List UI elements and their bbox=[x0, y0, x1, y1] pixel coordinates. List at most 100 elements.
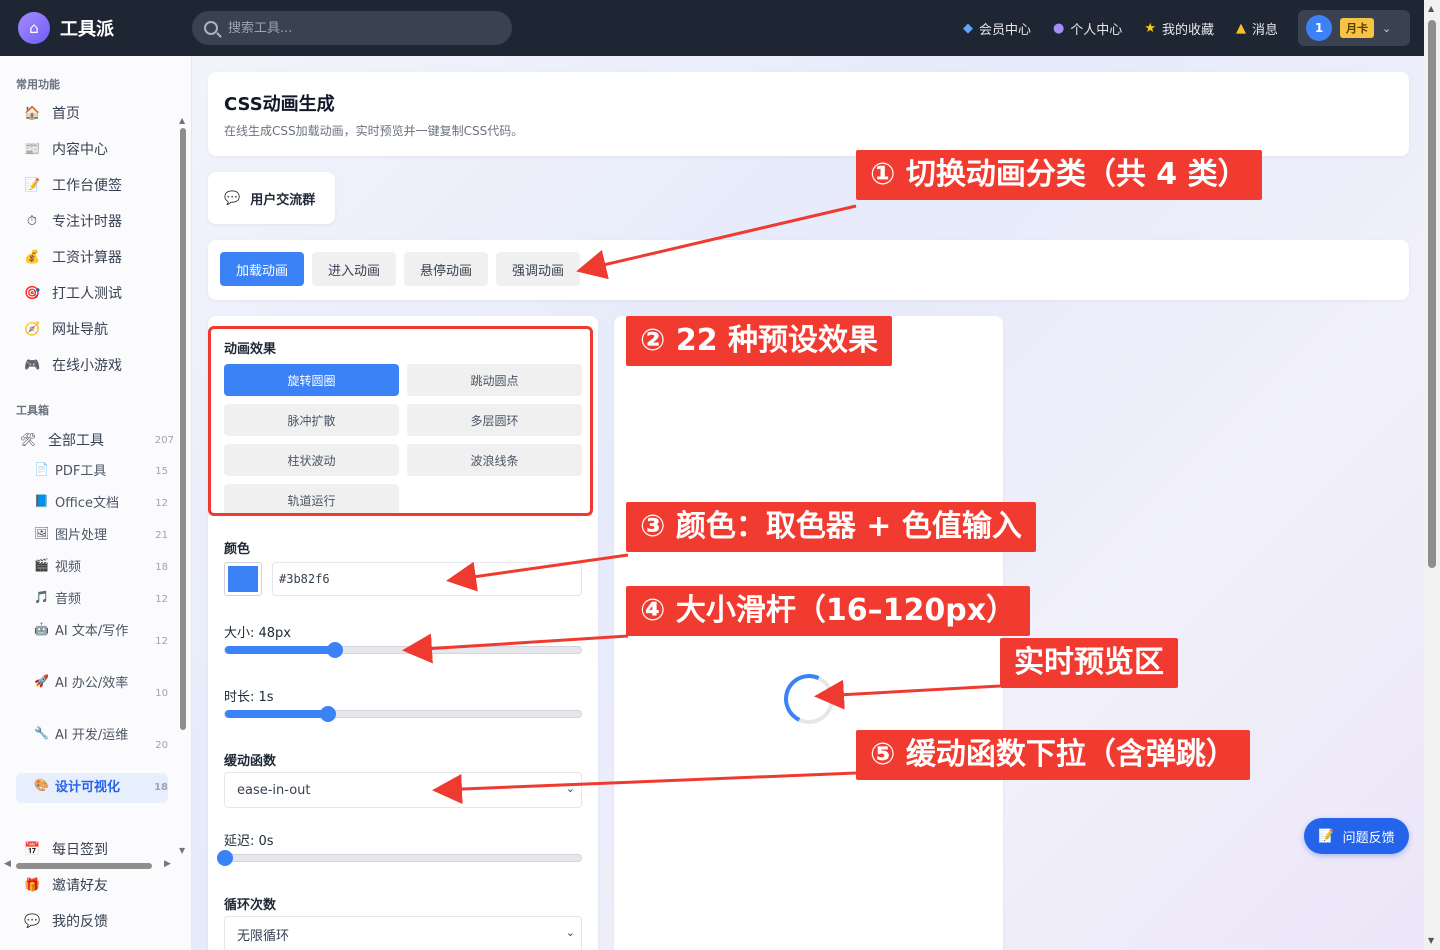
search-bar[interactable] bbox=[192, 11, 512, 45]
chevron-down-icon: ⌄ bbox=[565, 782, 575, 795]
chevron-down-icon: ⌄ bbox=[1382, 21, 1392, 35]
duration-slider[interactable] bbox=[224, 706, 582, 722]
scroll-up-icon[interactable]: ▲ bbox=[1428, 4, 1434, 13]
sidebar-item-label: 视频 bbox=[55, 560, 82, 575]
easing-select[interactable]: ease-in-out ⌄ bbox=[224, 772, 582, 808]
money-bag-icon: 💰 bbox=[24, 249, 41, 265]
count-badge: 12 bbox=[155, 636, 168, 647]
rocket-icon: 🚀 bbox=[34, 674, 49, 688]
sidebar-item-invite[interactable]: 🎁 邀请好友 bbox=[24, 875, 108, 895]
picture-icon: 🖼 bbox=[34, 526, 50, 540]
sidebar-sub-ai-dev[interactable]: 🔧 AI 开发/运维 20 bbox=[34, 726, 168, 756]
sidebar-item-all-tools[interactable]: 🛠 全部工具 207 bbox=[20, 430, 174, 450]
page-scrollbar[interactable]: ▲ ▼ bbox=[1424, 0, 1440, 950]
easing-value: ease-in-out bbox=[237, 782, 311, 798]
sidebar-item-test[interactable]: 🎯 打工人测试 bbox=[24, 283, 122, 303]
hscrollbar-thumb[interactable] bbox=[16, 863, 152, 869]
page-title: CSS动画生成 bbox=[224, 94, 335, 115]
sidebar-item-label: 我的反馈 bbox=[52, 914, 108, 930]
annotation-tabs: ① 切换动画分类（共 4 类） bbox=[856, 150, 1262, 200]
delay-slider[interactable] bbox=[217, 850, 582, 866]
sidebar-item-label: 音频 bbox=[55, 592, 82, 607]
sidebar-sub-audio[interactable]: 🎵 音频 12 bbox=[34, 590, 168, 610]
color-picker[interactable] bbox=[224, 562, 262, 596]
sidebar-item-nav[interactable]: 🧭 网址导航 bbox=[24, 319, 108, 339]
search-input[interactable] bbox=[228, 20, 488, 36]
scroll-down-icon[interactable]: ▼ bbox=[179, 846, 185, 855]
slider-handle[interactable] bbox=[217, 850, 233, 866]
sidebar-item-label: 全部工具 bbox=[48, 433, 104, 449]
tab-hover[interactable]: 悬停动画 bbox=[404, 252, 489, 286]
sidebar-sub-ai-writing[interactable]: 🤖 AI 文本/写作 12 bbox=[34, 622, 168, 652]
sidebar-item-salary[interactable]: 💰 工资计算器 bbox=[24, 247, 122, 267]
sidebar-item-label: 网址导航 bbox=[52, 322, 108, 338]
scrollbar-thumb[interactable] bbox=[180, 128, 186, 730]
app-name: 工具派 bbox=[60, 19, 114, 40]
gamepad-icon: 🎮 bbox=[24, 357, 41, 373]
tab-loading[interactable]: 加载动画 bbox=[220, 252, 305, 286]
sidebar-item-timer[interactable]: ⏱ 专注计时器 bbox=[24, 211, 122, 231]
user-group-button[interactable]: 💬 用户交流群 bbox=[208, 172, 335, 224]
tools-icon: 🛠 bbox=[20, 432, 37, 448]
sidebar-item-label: 每日签到 bbox=[52, 842, 108, 858]
count-badge: 12 bbox=[155, 498, 168, 509]
robot-icon: 🤖 bbox=[34, 622, 49, 636]
diamond-icon: ◆ bbox=[962, 20, 973, 36]
sidebar-item-games[interactable]: 🎮 在线小游戏 bbox=[24, 355, 122, 375]
user-icon: ● bbox=[1052, 20, 1065, 36]
sidebar-item-checkin[interactable]: 📅 每日签到 bbox=[24, 839, 108, 859]
sidebar-item-label: 工资计算器 bbox=[52, 250, 122, 266]
sidebar-item-feedback[interactable]: 💬 我的反馈 bbox=[24, 911, 108, 931]
slider-handle[interactable] bbox=[327, 642, 344, 658]
sidebar-item-content[interactable]: 📰 内容中心 bbox=[24, 139, 108, 159]
page-scrollbar-thumb[interactable] bbox=[1428, 20, 1436, 568]
page-header-card: CSS动画生成 在线生成CSS加载动画，实时预览并一键复制CSS代码。 bbox=[208, 72, 1409, 156]
slider-handle[interactable] bbox=[320, 706, 337, 722]
sidebar-item-label: 首页 bbox=[52, 106, 80, 122]
section-common-label: 常用功能 bbox=[16, 78, 60, 91]
nav-messages[interactable]: ▲ 消息 bbox=[1236, 19, 1278, 38]
logo[interactable]: ⌂ 工具派 bbox=[18, 12, 114, 44]
user-menu[interactable]: 1 月卡 ⌄ bbox=[1298, 10, 1410, 46]
annotation-preview: 实时预览区 bbox=[1000, 638, 1178, 688]
loop-label: 循环次数 bbox=[224, 898, 277, 913]
annotation-easing: ⑤ 缓动函数下拉（含弹跳） bbox=[856, 730, 1250, 780]
nav-label: 个人中心 bbox=[1070, 22, 1123, 38]
color-hex-input[interactable] bbox=[272, 562, 582, 596]
search-icon bbox=[204, 21, 218, 35]
nav-vip[interactable]: ◆ 会员中心 bbox=[963, 19, 1031, 38]
loading-spinner-preview bbox=[776, 666, 842, 732]
category-tabs: 加载动画 进入动画 悬停动画 强调动画 bbox=[220, 252, 1397, 286]
loop-select[interactable]: 无限循环 ⌄ bbox=[224, 916, 582, 950]
tab-emphasis[interactable]: 强调动画 bbox=[496, 252, 581, 286]
sidebar-item-label: AI 开发/运维 bbox=[55, 728, 129, 743]
category-tabs-card: 加载动画 进入动画 悬停动画 强调动画 bbox=[208, 240, 1409, 300]
sidebar-item-notes[interactable]: 📝 工作台便签 bbox=[24, 175, 122, 195]
sidebar-sub-ai-office[interactable]: 🚀 AI 办公/效率 10 bbox=[34, 674, 168, 704]
sidebar-item-label: 在线小游戏 bbox=[52, 358, 122, 374]
sidebar-sub-image[interactable]: 🖼 图片处理 21 bbox=[34, 526, 168, 546]
loop-value: 无限循环 bbox=[237, 928, 290, 944]
sidebar-item-home[interactable]: 🏠 首页 bbox=[24, 103, 80, 123]
size-slider[interactable] bbox=[224, 642, 582, 658]
scroll-down-icon[interactable]: ▼ bbox=[1428, 936, 1434, 945]
count-badge: 18 bbox=[155, 562, 168, 573]
sidebar-hscrollbar[interactable]: ◀ ▶ bbox=[4, 859, 176, 872]
nav-profile[interactable]: ● 个人中心 bbox=[1053, 19, 1122, 38]
sidebar-item-label: 设计可视化 bbox=[55, 780, 121, 795]
scroll-up-icon[interactable]: ▲ bbox=[179, 116, 185, 125]
page-subtitle: 在线生成CSS加载动画，实时预览并一键复制CSS代码。 bbox=[224, 124, 524, 138]
nav-favorites[interactable]: ★ 我的收藏 bbox=[1144, 19, 1214, 38]
chevron-down-icon: ⌄ bbox=[565, 926, 575, 939]
sidebar-sub-pdf[interactable]: 📄 PDF工具 15 bbox=[34, 462, 168, 482]
clapper-icon: 🎬 bbox=[34, 558, 49, 572]
scroll-left-icon[interactable]: ◀ bbox=[4, 859, 11, 869]
scroll-right-icon[interactable]: ▶ bbox=[164, 859, 171, 869]
feedback-button[interactable]: 📝 问题反馈 bbox=[1304, 818, 1409, 854]
sidebar-sub-design[interactable]: 🎨 设计可视化 18 bbox=[34, 778, 168, 798]
sidebar-sub-video[interactable]: 🎬 视频 18 bbox=[34, 558, 168, 578]
sidebar-scrollbar[interactable]: ▲ ▼ bbox=[178, 116, 188, 856]
tab-enter[interactable]: 进入动画 bbox=[312, 252, 397, 286]
sidebar-sub-office[interactable]: 📘 Office文档 12 bbox=[34, 494, 168, 514]
home-icon: 🏠 bbox=[24, 105, 41, 121]
